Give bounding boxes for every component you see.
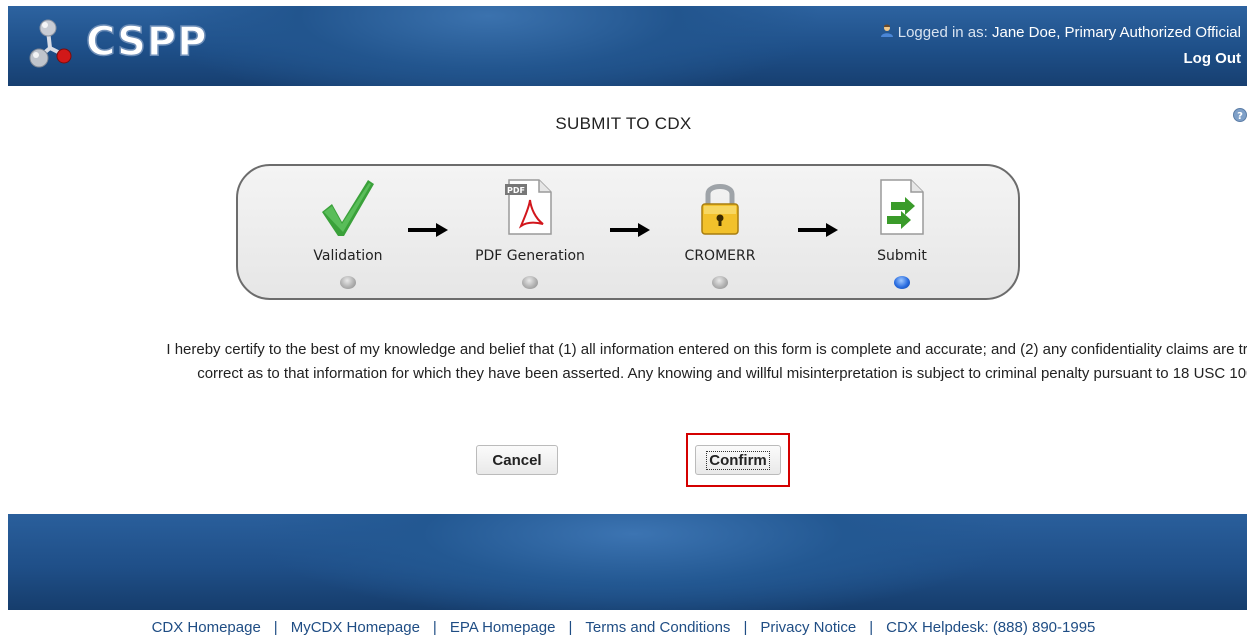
footer-link-privacy[interactable]: Privacy Notice — [760, 619, 856, 636]
svg-text:?: ? — [1237, 111, 1243, 122]
step-status-dot — [340, 276, 356, 289]
pdf-document-icon: PDF — [505, 179, 552, 235]
molecule-icon — [29, 19, 72, 68]
cspp-logo[interactable]: CSPP — [28, 18, 228, 68]
certification-statement: I hereby certify to the best of my knowl… — [166, 341, 1247, 382]
footer-separator: | — [273, 619, 278, 636]
footer-separator: | — [869, 619, 874, 636]
footer-banner — [8, 514, 1247, 610]
step-label: CROMERR — [684, 248, 756, 264]
footer-link-epa-homepage[interactable]: EPA Homepage — [450, 619, 556, 636]
footer-separator: | — [568, 619, 573, 636]
footer-links: CDX Homepage | MyCDX Homepage | EPA Homepage… — [0, 619, 1247, 636]
confirm-button-label: Confirm — [706, 450, 770, 470]
footer-link-mycdx-homepage[interactable]: MyCDX Homepage — [291, 619, 420, 636]
logo-text: CSPP — [85, 18, 208, 66]
confirm-button[interactable]: Confirm — [695, 445, 781, 475]
cancel-button-label: Cancel — [492, 451, 542, 469]
submission-steps-panel: Validation PDF PDF Generation CROMERR Su… — [236, 164, 1020, 300]
footer-separator: | — [743, 619, 748, 636]
cancel-button[interactable]: Cancel — [476, 445, 558, 475]
step-label: Submit — [877, 248, 927, 264]
user-name: Jane Doe, Primary Authorized Official — [991, 24, 1241, 41]
footer-separator: | — [432, 619, 437, 636]
login-label: Logged in as: — [897, 24, 988, 41]
submit-document-icon — [880, 179, 924, 235]
help-icon[interactable]: ? — [1233, 108, 1247, 122]
arrow-right-icon — [610, 223, 650, 237]
padlock-icon — [701, 184, 739, 235]
step-status-dot — [522, 276, 538, 289]
step-status-dot-active — [894, 276, 910, 289]
header-bar: CSPP Logged in as: Jane Doe, Primary Aut… — [8, 6, 1247, 86]
page-title: SUBMIT TO CDX — [555, 114, 692, 133]
checkmark-icon — [322, 180, 374, 236]
pdf-badge-text: PDF — [507, 186, 525, 195]
step-label: PDF Generation — [475, 248, 585, 264]
footer-link-cdx-homepage[interactable]: CDX Homepage — [152, 619, 261, 636]
footer-link-terms[interactable]: Terms and Conditions — [585, 619, 730, 636]
step-label: Validation — [313, 248, 383, 264]
user-icon — [880, 24, 893, 37]
logout-link[interactable]: Log Out — [1184, 50, 1241, 67]
step-status-dot — [712, 276, 728, 289]
login-status: Logged in as: Jane Doe, Primary Authoriz… — [880, 24, 1241, 41]
arrow-right-icon — [408, 223, 448, 237]
footer-link-helpdesk[interactable]: CDX Helpdesk: (888) 890-1995 — [886, 619, 1095, 636]
